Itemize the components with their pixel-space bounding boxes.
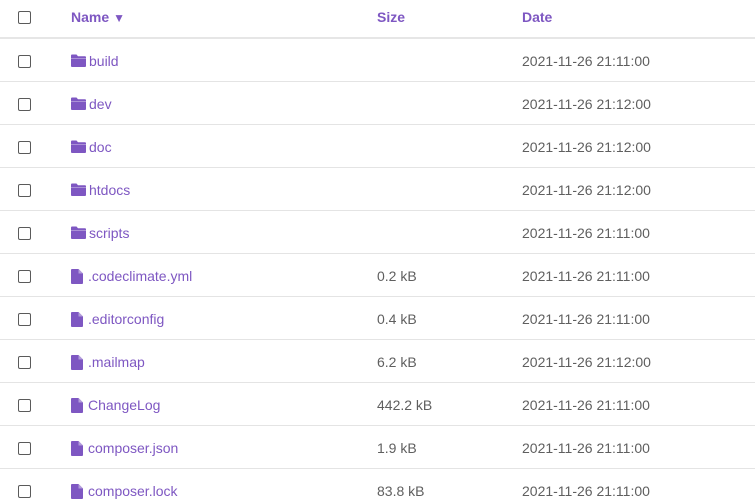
row-select-checkbox[interactable] <box>18 55 31 68</box>
row-select-checkbox[interactable] <box>18 442 31 455</box>
file-link[interactable]: ChangeLog <box>88 397 160 413</box>
name-cell[interactable]: composer.json <box>71 439 178 457</box>
column-header-size[interactable]: Size <box>377 9 405 25</box>
row-select-checkbox[interactable] <box>18 141 31 154</box>
file-icon <box>71 483 85 499</box>
column-header-date[interactable]: Date <box>522 9 552 25</box>
file-link[interactable]: composer.json <box>88 440 178 456</box>
row-select-checkbox[interactable] <box>18 98 31 111</box>
table-body: build 2021-11-26 21:11:00 dev 2021-11-26 21… <box>0 39 755 499</box>
select-all-checkbox[interactable] <box>18 11 31 24</box>
file-icon <box>71 268 85 284</box>
row-select-checkbox[interactable] <box>18 313 31 326</box>
column-header-name-label: Name <box>71 9 110 25</box>
table-row[interactable]: doc 2021-11-26 21:12:00 <box>0 125 755 168</box>
folder-icon <box>71 140 86 155</box>
name-cell[interactable]: htdocs <box>71 181 130 199</box>
date-cell: 2021-11-26 21:12:00 <box>522 139 651 155</box>
column-header-name[interactable]: Name ▼ <box>71 9 125 26</box>
table-row[interactable]: build 2021-11-26 21:11:00 <box>0 39 755 82</box>
date-cell: 2021-11-26 21:11:00 <box>522 440 650 456</box>
size-cell: 0.4 kB <box>377 311 417 327</box>
folder-icon <box>71 54 86 69</box>
table-row[interactable]: htdocs 2021-11-26 21:12:00 <box>0 168 755 211</box>
table-row[interactable]: .mailmap 6.2 kB 2021-11-26 21:12:00 <box>0 340 755 383</box>
folder-icon <box>71 226 86 241</box>
name-cell[interactable]: build <box>71 52 119 70</box>
size-cell: 1.9 kB <box>377 440 417 456</box>
folder-link[interactable]: doc <box>89 139 112 155</box>
row-select-checkbox[interactable] <box>18 227 31 240</box>
table-row[interactable]: scripts 2021-11-26 21:11:00 <box>0 211 755 254</box>
row-select-checkbox[interactable] <box>18 270 31 283</box>
file-icon <box>71 354 85 370</box>
folder-icon <box>71 183 86 198</box>
folder-link[interactable]: dev <box>89 96 112 112</box>
row-select-checkbox[interactable] <box>18 485 31 498</box>
name-cell[interactable]: composer.lock <box>71 482 177 499</box>
file-link[interactable]: composer.lock <box>88 483 177 499</box>
file-list-table: Name ▼ Size Date build 2021-11-26 21:11:00… <box>0 0 755 499</box>
row-select-checkbox[interactable] <box>18 356 31 369</box>
date-cell: 2021-11-26 21:11:00 <box>522 225 650 241</box>
file-link[interactable]: .editorconfig <box>88 311 164 327</box>
date-cell: 2021-11-26 21:11:00 <box>522 397 650 413</box>
name-cell[interactable]: scripts <box>71 224 129 242</box>
table-row[interactable]: composer.lock 83.8 kB 2021-11-26 21:11:00 <box>0 469 755 499</box>
row-select-checkbox[interactable] <box>18 399 31 412</box>
date-cell: 2021-11-26 21:11:00 <box>522 311 650 327</box>
row-select-checkbox[interactable] <box>18 184 31 197</box>
date-cell: 2021-11-26 21:11:00 <box>522 268 650 284</box>
size-cell: 0.2 kB <box>377 268 417 284</box>
table-row[interactable]: .editorconfig 0.4 kB 2021-11-26 21:11:00 <box>0 297 755 340</box>
name-cell[interactable]: .editorconfig <box>71 310 164 328</box>
size-cell: 6.2 kB <box>377 354 417 370</box>
table-row[interactable]: .codeclimate.yml 0.2 kB 2021-11-26 21:11:0… <box>0 254 755 297</box>
name-cell[interactable]: doc <box>71 138 112 156</box>
folder-icon <box>71 97 86 112</box>
file-link[interactable]: .mailmap <box>88 354 145 370</box>
date-cell: 2021-11-26 21:11:00 <box>522 53 650 69</box>
table-row[interactable]: composer.json 1.9 kB 2021-11-26 21:11:00 <box>0 426 755 469</box>
table-row[interactable]: dev 2021-11-26 21:12:00 <box>0 82 755 125</box>
folder-link[interactable]: htdocs <box>89 182 130 198</box>
name-cell[interactable]: dev <box>71 95 112 113</box>
file-icon <box>71 311 85 327</box>
date-cell: 2021-11-26 21:11:00 <box>522 483 650 499</box>
date-cell: 2021-11-26 21:12:00 <box>522 354 651 370</box>
date-cell: 2021-11-26 21:12:00 <box>522 96 651 112</box>
name-cell[interactable]: ChangeLog <box>71 396 160 414</box>
name-cell[interactable]: .mailmap <box>71 353 145 371</box>
file-link[interactable]: .codeclimate.yml <box>88 268 192 284</box>
table-header: Name ▼ Size Date <box>0 0 755 39</box>
file-icon <box>71 440 85 456</box>
table-row[interactable]: ChangeLog 442.2 kB 2021-11-26 21:11:00 <box>0 383 755 426</box>
folder-link[interactable]: build <box>89 53 119 69</box>
size-cell: 442.2 kB <box>377 397 433 413</box>
name-cell[interactable]: .codeclimate.yml <box>71 267 192 285</box>
size-cell: 83.8 kB <box>377 483 425 499</box>
date-cell: 2021-11-26 21:12:00 <box>522 182 651 198</box>
file-icon <box>71 397 85 413</box>
folder-link[interactable]: scripts <box>89 225 129 241</box>
sort-descending-icon: ▼ <box>113 11 126 25</box>
